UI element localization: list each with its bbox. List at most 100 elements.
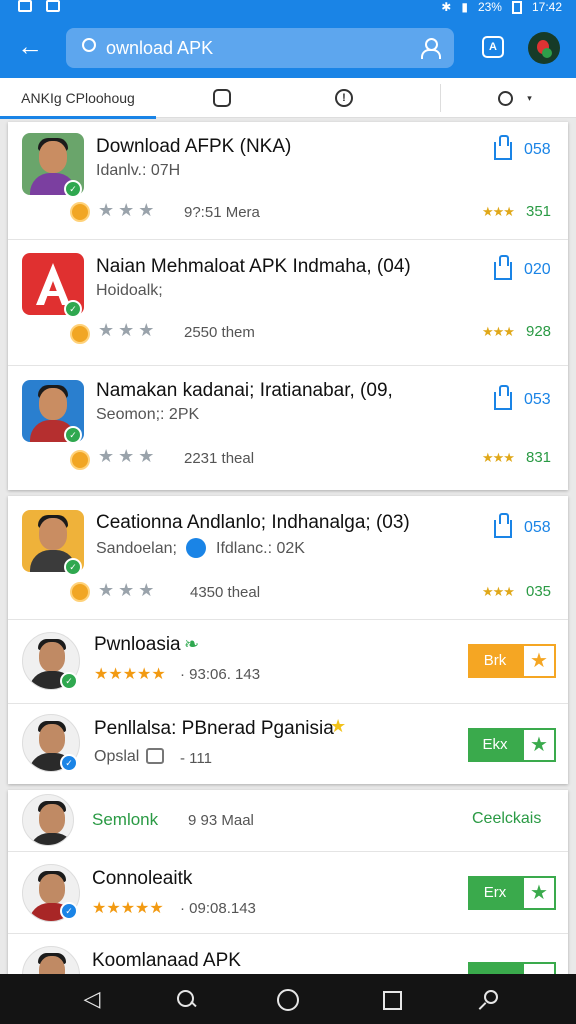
device-icon (146, 748, 164, 764)
rating-stars: ★★★★★ (92, 900, 164, 917)
tab-apps-sublabel: Ploohoug (75, 90, 135, 106)
app-title: Pwnloasia (94, 634, 181, 655)
share-count: 058 (524, 141, 551, 158)
app-subtitle: Opslal (94, 748, 140, 765)
rating-count: 351 (526, 203, 552, 220)
star-icon[interactable]: ★ (522, 876, 556, 910)
status-bar: ✱ ▮ 23% 17:42 (0, 0, 576, 16)
app-subtitle: Sandoelan; (96, 540, 177, 557)
app-subtitle: Seomon;: 2PK (96, 406, 200, 423)
share-count: 020 (524, 261, 551, 278)
link-icon (186, 538, 206, 558)
app-title: Semlonk (92, 810, 159, 829)
app-subtitle: Hoidoalk; (96, 282, 163, 299)
app-meta: 9?:51 Mera (184, 204, 260, 221)
nav-home-icon[interactable] (276, 988, 300, 1012)
tab-apps-label: ANKIg C (21, 90, 76, 106)
tab-bar: ANKIg C Ploohoug ! ▾ (0, 78, 576, 119)
star-icon[interactable]: ★ (522, 644, 556, 678)
bluetooth-icon: ✱ (441, 0, 452, 14)
verified-icon: ✓ (64, 558, 82, 576)
system-nav-bar: ◁ (0, 974, 576, 1024)
coin-icon (70, 582, 90, 602)
app-meta: · 09:08.143 (180, 900, 256, 917)
gallery-icon (18, 0, 32, 12)
rating-stars: ★★★★★ (94, 666, 166, 683)
list-item[interactable]: ✓ Naian Mehmaloat APK Indmaha, (04) Hoid… (8, 240, 568, 366)
avatar (22, 946, 80, 976)
search-field[interactable]: ownload APK (66, 28, 454, 68)
list-item[interactable]: ✓ Download AFPK (NKA) Idanlv.: 07H ★★★ 9… (8, 122, 568, 240)
app-meta: 9 93 Maal (188, 812, 254, 829)
nav-search-icon[interactable] (174, 988, 198, 1012)
list-item[interactable]: ✓ Ceationna Andlanlo; Indhanalga; (03) S… (8, 496, 568, 620)
list-item[interactable]: Koomlanaad APK (8, 934, 568, 976)
rating-stars: ★★★ (98, 580, 159, 600)
list-item[interactable]: ✓ Namakan kadanai; Iratianabar, (09, Seo… (8, 366, 568, 490)
tab-divider (440, 84, 441, 112)
share-icon[interactable] (494, 135, 512, 160)
share-icon[interactable] (494, 513, 512, 538)
tab-alerts[interactable]: ! (312, 78, 376, 118)
signal-icon: ▮ (461, 0, 468, 14)
account-icon[interactable] (420, 37, 441, 59)
app-title: Connoleaitk (92, 868, 193, 889)
verified-icon: ✓ (64, 300, 82, 318)
list-item[interactable]: ✓ Pwnloasia ❧ ★★★★★ · 93:06. 143 Brk ★ (8, 620, 568, 704)
back-arrow-icon[interactable]: ← (14, 30, 46, 62)
share-count: 053 (524, 391, 551, 408)
share-icon[interactable] (494, 255, 512, 280)
app-title: Naian Mehmaloat APK Indmaha, (04) (96, 256, 411, 277)
notification-icon (46, 0, 60, 12)
app-title: Koomlanaad APK (92, 950, 241, 971)
battery-percent: 23% (477, 0, 502, 14)
app-meta: · 93:06. 143 (180, 666, 261, 683)
list-item[interactable]: ✓ Penllalsa: PBnerad Pganisia ★ Opslal -… (8, 704, 568, 784)
coin-icon (70, 324, 90, 344)
avatar[interactable] (528, 32, 560, 64)
tab-history[interactable] (190, 78, 254, 118)
results-card: ✓ Download AFPK (NKA) Idanlv.: 07H ★★★ 9… (8, 122, 568, 490)
rating-count: 928 (526, 323, 552, 340)
share-icon[interactable] (494, 385, 512, 410)
scan-icon[interactable]: A (482, 36, 504, 58)
share-count: 058 (524, 519, 551, 536)
tab-apps[interactable]: ANKIg C Ploohoug (0, 78, 156, 119)
app-title: Penllalsa: PBnerad Pganisia (94, 718, 334, 739)
list-item[interactable]: Semlonk 9 93 Maal Ceelckais (8, 790, 568, 852)
verified-icon: ✓ (64, 426, 82, 444)
clock: 17:42 (531, 0, 562, 14)
app-meta: - 111 (180, 750, 212, 767)
install-button[interactable]: Ekx (468, 728, 522, 762)
rating-stars: ★★★ (98, 200, 159, 220)
coin-icon (70, 450, 90, 470)
verified-icon: ✓ (60, 672, 78, 690)
app-bar: ← ownload APK A (0, 16, 576, 78)
action-link[interactable]: Ceelckais (472, 810, 541, 828)
chevron-down-icon: ▾ (527, 92, 532, 103)
install-button[interactable]: Brk (468, 644, 522, 678)
battery-icon (511, 0, 522, 14)
results-card: ✓ Ceationna Andlanlo; Indhanalga; (03) S… (8, 496, 568, 784)
list-item[interactable]: ✓ Connoleaitk ★★★★★ · 09:08.143 Erx ★ (8, 852, 568, 934)
app-subtitle: Idanlv.: 07H (96, 162, 181, 179)
tab-search[interactable]: ▾ (470, 78, 560, 118)
search-query: ownload APK (106, 38, 214, 58)
nav-back-icon[interactable]: ◁ (80, 988, 104, 1012)
app-title: Download AFPK (NKA) (96, 136, 292, 157)
app-title: Ceationna Andlanlo; Indhanalga; (03) (96, 512, 410, 533)
app-meta: 2550 them (184, 324, 255, 341)
rating-stars-small: ★★★ (482, 324, 515, 339)
coin-icon (70, 202, 90, 222)
search-icon (82, 38, 96, 52)
verified-icon: ✓ (64, 180, 82, 198)
rating-count: 831 (526, 449, 552, 466)
rating-stars-small: ★★★ (482, 450, 515, 465)
nav-key-icon[interactable] (476, 988, 500, 1012)
app-title: Namakan kadanai; Iratianabar, (09, (96, 380, 393, 401)
results-card: Semlonk 9 93 Maal Ceelckais ✓ Connoleait… (8, 790, 568, 976)
nav-recents-icon[interactable] (380, 988, 404, 1012)
install-button[interactable]: Erx (468, 876, 522, 910)
app-subtitle-2: Ifdlanc.: 02K (216, 540, 305, 557)
star-icon[interactable]: ★ (522, 728, 556, 762)
